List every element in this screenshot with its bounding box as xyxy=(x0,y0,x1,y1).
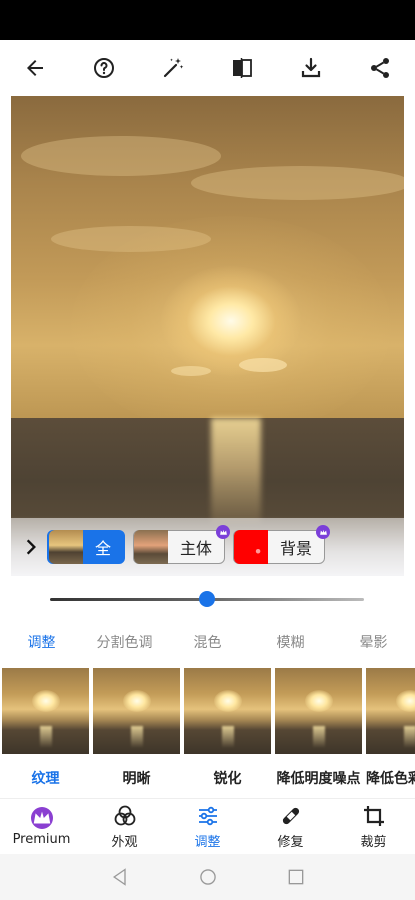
adjust-slider[interactable] xyxy=(50,590,364,610)
tab-blend[interactable]: 混色 xyxy=(166,632,249,658)
sliders-icon xyxy=(198,806,217,825)
tool-sharpen[interactable]: 锐化 xyxy=(184,668,271,788)
nav-adjust[interactable]: 调整 xyxy=(166,799,249,854)
tab-adjust[interactable]: 调整 xyxy=(0,632,83,658)
mask-option-label: 全 xyxy=(95,539,112,558)
category-tabs: 调整 分割色调 混色 模糊 晕影 xyxy=(0,632,415,658)
share-button[interactable] xyxy=(363,51,397,85)
system-recents-icon[interactable] xyxy=(286,867,306,887)
nav-looks[interactable]: 外观 xyxy=(83,799,166,854)
nav-heal[interactable]: 修复 xyxy=(249,799,332,854)
mask-option-label: 主体 xyxy=(180,539,213,558)
slider-thumb[interactable] xyxy=(199,591,215,607)
cloud-shape xyxy=(191,166,404,200)
cloud-shape xyxy=(239,358,287,372)
nav-crop[interactable]: 裁剪 xyxy=(332,799,415,854)
tool-strip: 纹理 明晰 锐化 降低明度噪点 降低色彩 xyxy=(2,668,415,788)
tool-thumbnail xyxy=(275,668,362,754)
tool-label: 明晰 xyxy=(122,771,151,787)
compare-button[interactable] xyxy=(225,51,259,85)
back-button[interactable] xyxy=(18,51,52,85)
chevron-right-icon xyxy=(26,539,36,555)
premium-crown-icon xyxy=(216,525,231,539)
nav-label: Premium xyxy=(12,831,71,847)
tool-luminance-noise[interactable]: 降低明度噪点 xyxy=(275,668,362,788)
help-button[interactable] xyxy=(87,51,121,85)
compare-icon xyxy=(233,58,252,78)
download-icon xyxy=(301,57,321,78)
looks-circles-icon xyxy=(114,805,135,825)
mask-thumbnail xyxy=(49,530,83,564)
nav-label: 调整 xyxy=(194,834,221,850)
bandage-icon xyxy=(282,807,299,824)
share-icon xyxy=(371,58,389,78)
tool-thumbnail xyxy=(366,668,415,754)
cloud-shape xyxy=(21,136,221,176)
bottom-nav: Premium 外观 调整 修复 裁剪 xyxy=(0,798,415,854)
nav-label: 修复 xyxy=(277,834,304,850)
crop-icon xyxy=(363,805,384,826)
tab-vignette[interactable]: 晕影 xyxy=(332,632,415,658)
back-arrow-icon xyxy=(27,60,43,76)
tool-texture[interactable]: 纹理 xyxy=(2,668,89,788)
system-home-icon[interactable] xyxy=(198,867,218,887)
help-icon xyxy=(94,58,114,78)
nav-label: 外观 xyxy=(111,834,138,850)
top-toolbar xyxy=(0,40,415,96)
auto-enhance-button[interactable] xyxy=(156,51,190,85)
sun-reflection xyxy=(211,418,261,523)
expand-masks-button[interactable] xyxy=(19,535,43,559)
tool-label: 降低明度噪点 xyxy=(276,771,361,787)
system-nav-bar xyxy=(0,854,415,900)
mask-thumbnail xyxy=(234,530,269,564)
premium-crown-icon xyxy=(316,525,331,539)
tab-blur[interactable]: 模糊 xyxy=(249,632,332,658)
mask-option-all[interactable]: 全 xyxy=(47,530,126,564)
photo-canvas[interactable] xyxy=(11,96,404,576)
mask-selector-bar: 全 主体 背景 xyxy=(11,518,404,576)
cloud-shape xyxy=(171,366,211,376)
tab-split-toning[interactable]: 分割色调 xyxy=(83,632,166,658)
nav-premium[interactable]: Premium xyxy=(0,799,83,854)
nav-label: 裁剪 xyxy=(360,834,387,850)
tool-clarity[interactable]: 明晰 xyxy=(93,668,180,788)
tool-color-noise[interactable]: 降低色彩 xyxy=(366,668,415,788)
tool-thumbnail xyxy=(184,668,271,754)
tool-label: 锐化 xyxy=(213,771,242,787)
mask-thumbnail xyxy=(134,530,169,564)
mask-option-background[interactable]: 背景 xyxy=(233,525,331,564)
system-back-icon[interactable] xyxy=(110,867,130,887)
mask-option-label: 背景 xyxy=(280,539,313,558)
status-bar xyxy=(0,0,415,40)
crown-icon xyxy=(30,806,53,829)
tool-thumbnail xyxy=(93,668,180,754)
download-button[interactable] xyxy=(294,51,328,85)
tool-thumbnail xyxy=(2,668,89,754)
mask-option-subject[interactable]: 主体 xyxy=(133,525,231,564)
tool-label: 降低色彩 xyxy=(366,771,415,787)
magic-wand-icon xyxy=(163,58,184,78)
tool-label: 纹理 xyxy=(31,771,60,787)
